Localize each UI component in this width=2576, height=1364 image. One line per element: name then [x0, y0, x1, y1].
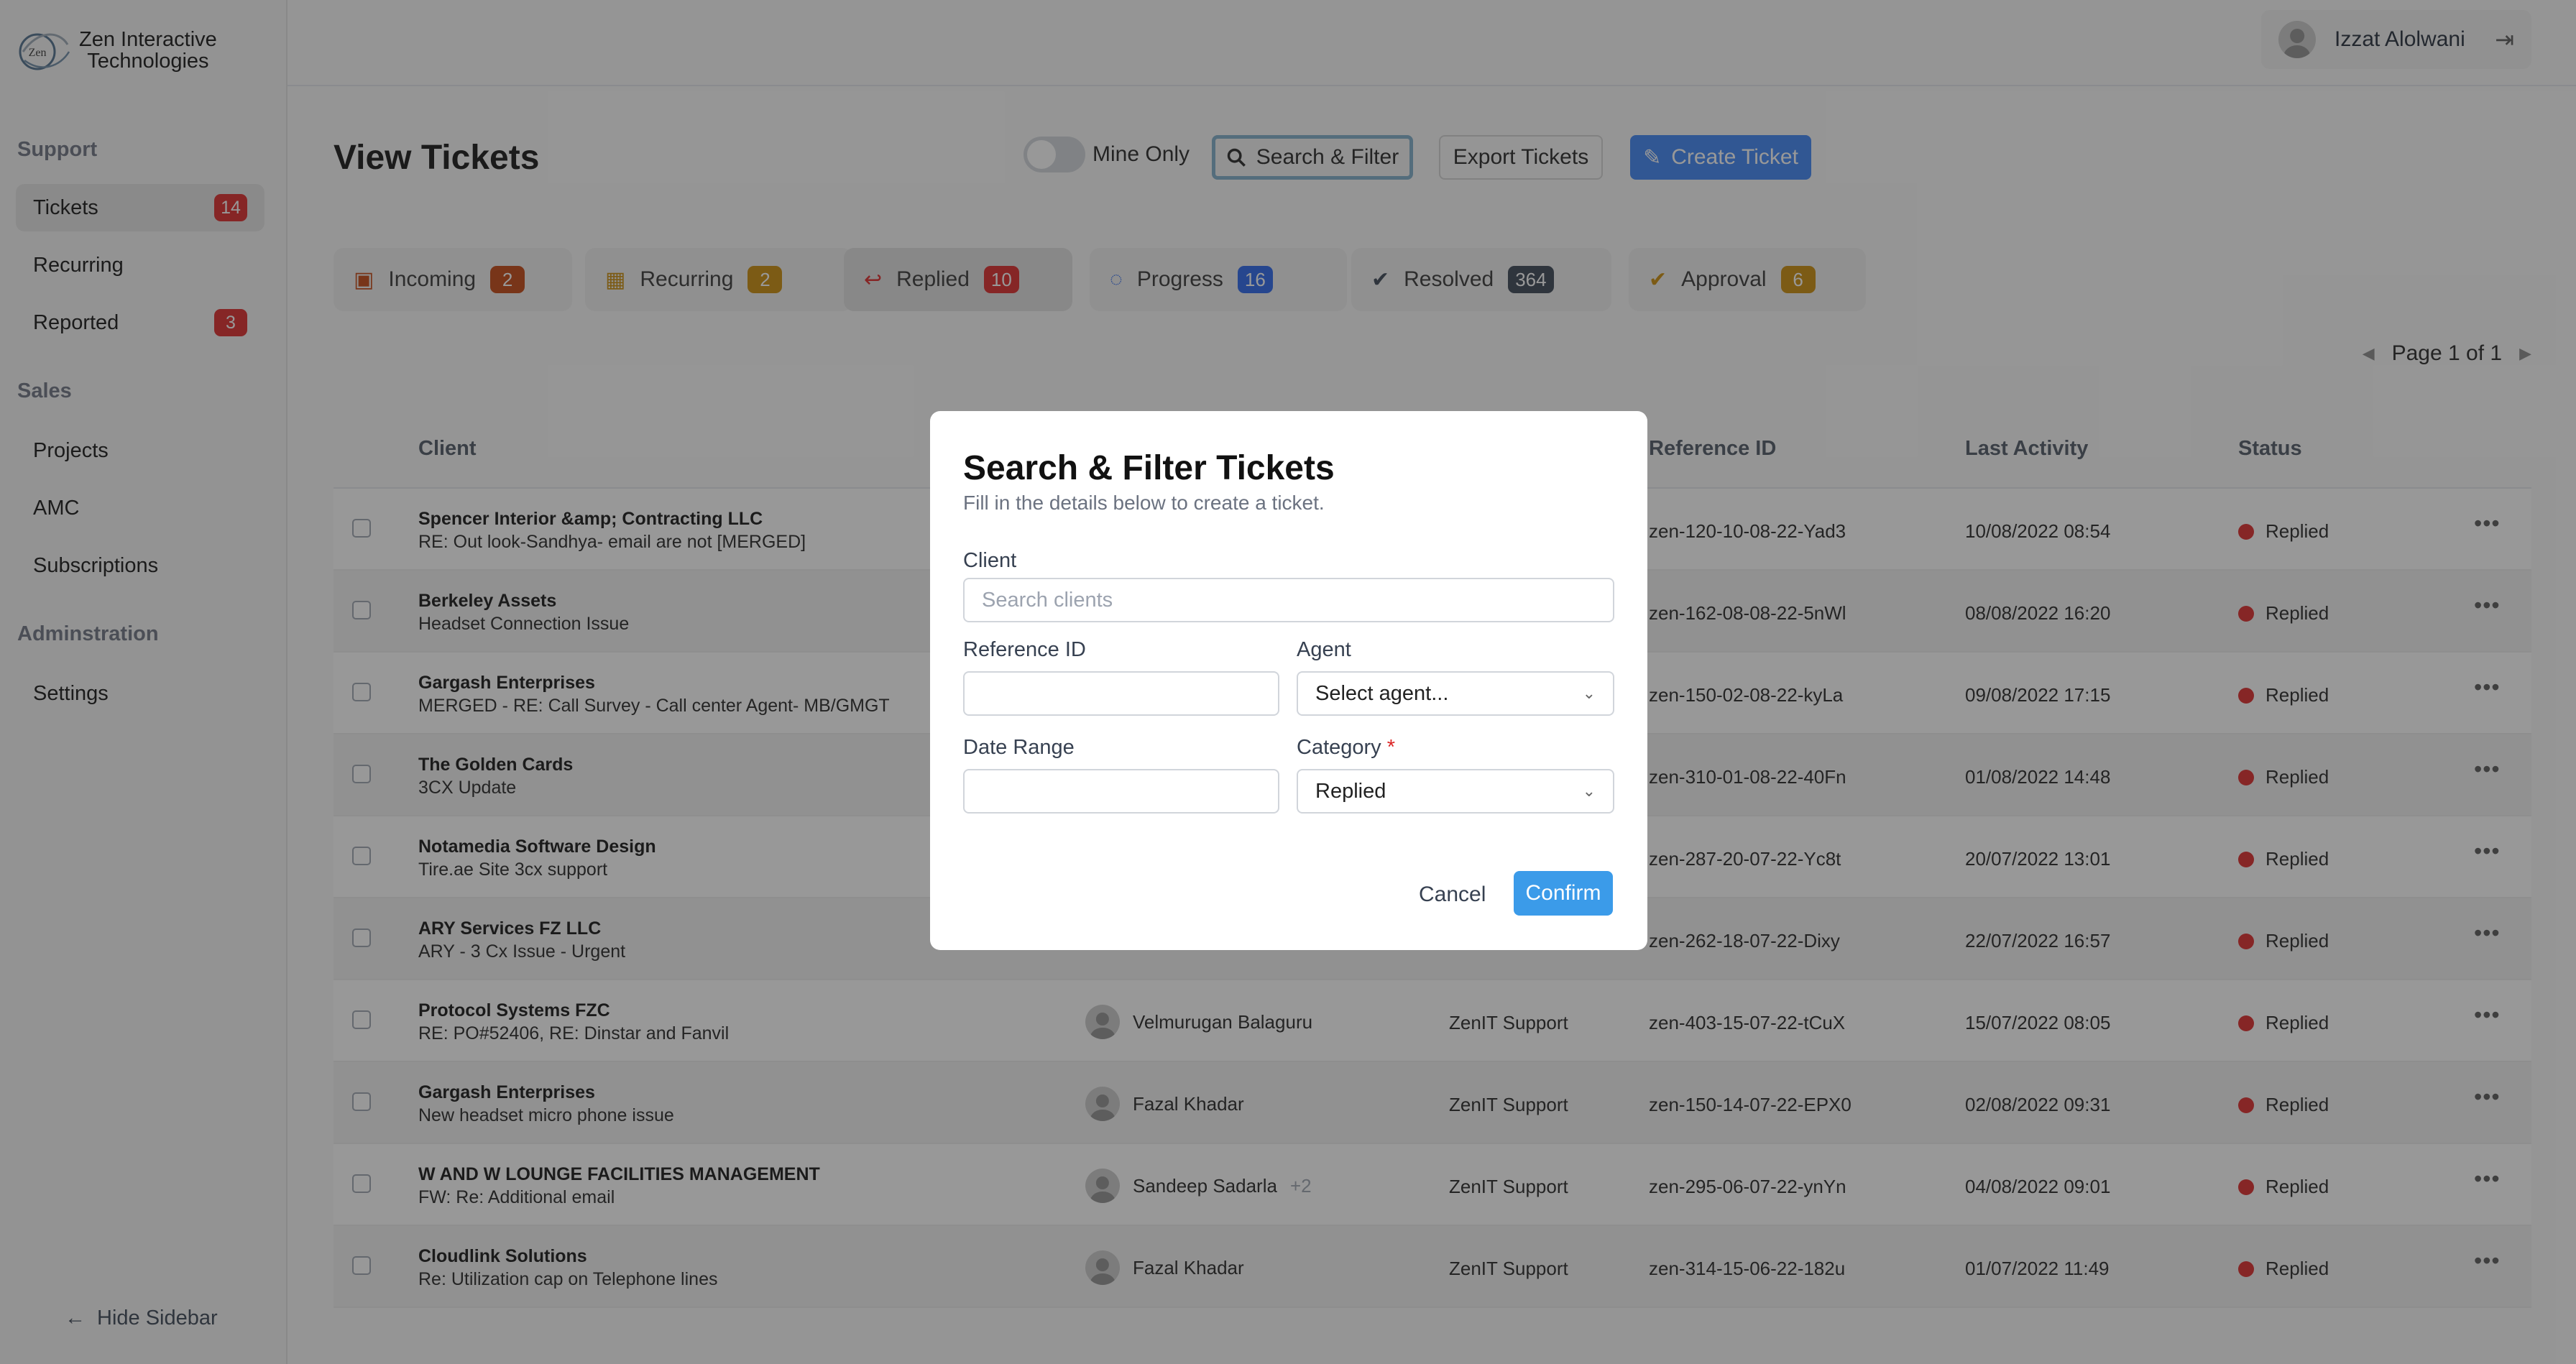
category-select[interactable]: Replied ⌄	[1297, 769, 1614, 814]
confirm-button[interactable]: Confirm	[1514, 871, 1613, 916]
agent-select[interactable]: Select agent... ⌄	[1297, 671, 1614, 716]
date-range-label: Date Range	[963, 736, 1075, 759]
reference-id-label: Reference ID	[963, 638, 1086, 661]
reference-id-input[interactable]	[963, 671, 1279, 716]
cancel-button[interactable]: Cancel	[1419, 883, 1486, 907]
modal-subtitle: Fill in the details below to create a ti…	[963, 492, 1325, 514]
agent-select-value: Select agent...	[1315, 681, 1449, 705]
client-search-input[interactable]: Search clients	[963, 578, 1614, 622]
agent-label: Agent	[1297, 638, 1351, 661]
date-range-input[interactable]	[963, 769, 1279, 814]
search-filter-modal: Search & Filter Tickets Fill in the deta…	[930, 411, 1647, 950]
category-label: Category *	[1297, 736, 1396, 759]
category-select-value: Replied	[1315, 779, 1386, 803]
chevron-down-icon: ⌄	[1582, 684, 1596, 702]
client-label: Client	[963, 549, 1017, 572]
chevron-down-icon: ⌄	[1582, 782, 1596, 800]
modal-title: Search & Filter Tickets	[963, 449, 1335, 487]
required-marker: *	[1386, 736, 1396, 759]
